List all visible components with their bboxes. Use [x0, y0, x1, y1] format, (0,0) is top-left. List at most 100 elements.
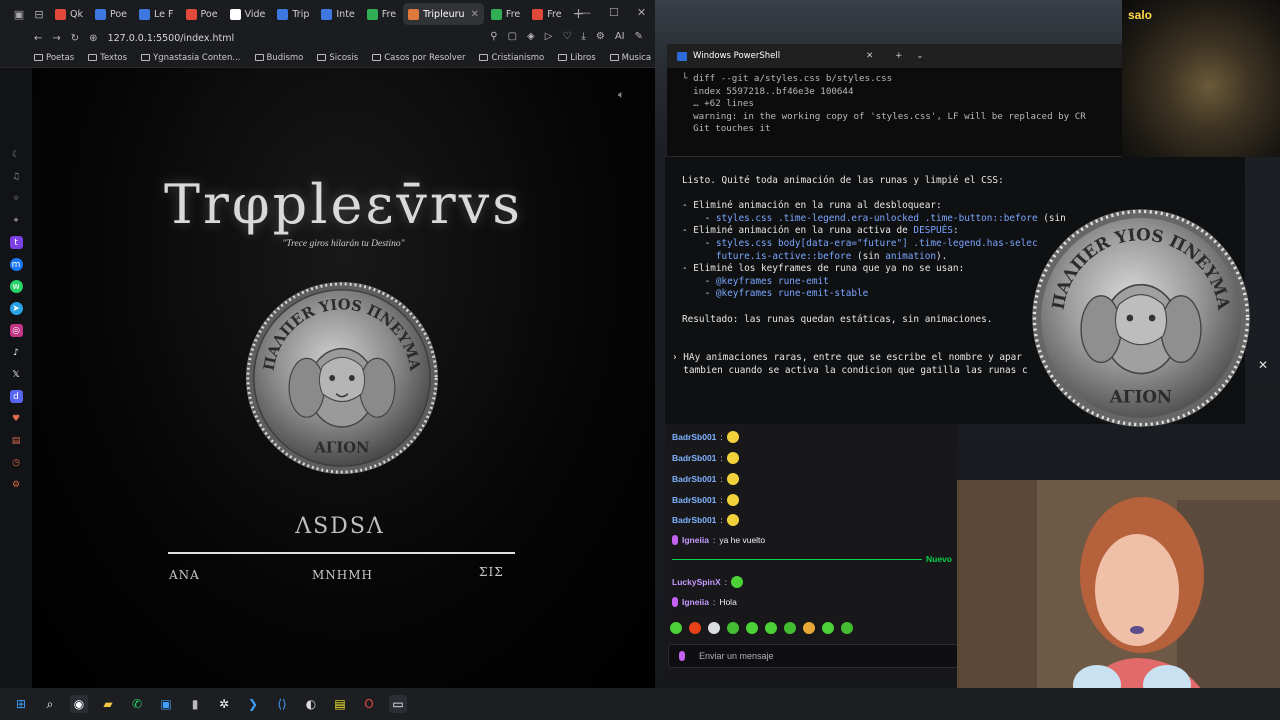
browser-taskbar-icon[interactable]: ◉ [70, 695, 88, 713]
minimize-icon[interactable]: — [580, 6, 591, 19]
user-prompt[interactable]: › HAy animaciones raras, entre que se es… [672, 352, 1028, 377]
extensions-icon[interactable]: ⚙ [596, 31, 605, 42]
whatsapp-taskbar-icon[interactable]: ✆ [128, 695, 146, 713]
tab-2[interactable]: Le F [134, 3, 178, 25]
janus-coin-image[interactable]: ΠΑΛΠΕR ΥΙΟS ΠΝΕΥΜΑ ΑΓΙΟΝ [244, 280, 440, 476]
emote-icon[interactable] [746, 622, 758, 634]
bookmark-folder[interactable]: Textos [88, 53, 127, 63]
ai-icon[interactable]: AI [615, 31, 625, 42]
bookmark-folder[interactable]: Musica [609, 53, 651, 63]
discord-icon[interactable]: d [9, 390, 23, 403]
tab-bar: ▣ ⊟ Qk Poe Le F Poe Vide Trip Inte Fre T… [0, 0, 655, 28]
time-divider-line [168, 552, 515, 554]
dropdown-icon[interactable]: ⌄ [916, 51, 923, 61]
file-explorer-icon[interactable]: ▰ [99, 695, 117, 713]
tab-4[interactable]: Vide [225, 3, 271, 25]
whatsapp-icon[interactable]: w [9, 280, 23, 293]
tab-6[interactable]: Inte [316, 3, 359, 25]
heart-sidebar-icon[interactable]: ♥ [10, 412, 23, 425]
emote-icon[interactable] [708, 622, 720, 634]
tab-3[interactable]: Poe [181, 3, 223, 25]
tab-5[interactable]: Trip [272, 3, 314, 25]
close-terminal-tab-icon[interactable]: ✕ [866, 51, 873, 61]
bookmark-folder[interactable]: Poetas [34, 53, 74, 63]
reload-icon[interactable]: ↻ [71, 33, 79, 44]
usb-icon[interactable]: ▮ [186, 695, 204, 713]
tiktok-icon[interactable]: ♪ [10, 346, 23, 359]
bookmark-folder[interactable]: Sicosis [317, 53, 358, 63]
era-button-past[interactable]: ΑΝΑ [169, 568, 200, 582]
heart-icon[interactable]: ♡ [562, 31, 571, 42]
close-window-icon[interactable]: ✕ [637, 6, 646, 19]
era-button-present[interactable]: ΜΝΗΜΗ [312, 568, 373, 582]
terminal-taskbar-icon[interactable]: ▭ [389, 695, 407, 713]
draw-icon[interactable]: ✎ [635, 31, 643, 42]
emote-icon[interactable] [784, 622, 796, 634]
volume-icon[interactable]: 🔈︎ [618, 88, 625, 102]
settings-icon[interactable]: ⚙ [10, 478, 23, 491]
obs-icon[interactable]: ◐ [302, 695, 320, 713]
moon-icon[interactable]: ☾ [10, 148, 23, 161]
emote-icon [731, 576, 744, 588]
chat-message: Igneiia: ya he vuelto [672, 535, 765, 545]
notes-icon[interactable]: ▤ [331, 695, 349, 713]
emote-icon[interactable] [689, 622, 701, 634]
close-overlay-icon[interactable]: ✕ [1258, 358, 1268, 372]
bookmark-folder[interactable]: Cristianismo [479, 53, 544, 63]
play-icon[interactable]: ▷ [545, 31, 553, 42]
url-field[interactable]: 127.0.0.1:5500/index.html [108, 33, 235, 44]
chat-input[interactable]: Enviar un mensaje [668, 644, 960, 668]
assistant-response: Listo. Quité toda animación de las runas… [682, 175, 1066, 325]
tab-1[interactable]: Poe [90, 3, 132, 25]
tab-0[interactable]: Qk [50, 3, 88, 25]
start-icon[interactable]: ⊞ [12, 695, 30, 713]
store-icon[interactable]: ▣ [157, 695, 175, 713]
player-name: ΛSDSΛ [295, 514, 385, 539]
search-icon[interactable]: ⌕ [41, 695, 59, 713]
forward-icon[interactable]: → [52, 33, 60, 44]
opera-icon[interactable]: O [360, 695, 378, 713]
bookmark-folder[interactable]: Libros [558, 53, 596, 63]
instagram-icon[interactable]: ◎ [9, 324, 23, 337]
tab-9[interactable]: Fre [486, 3, 525, 25]
chatgpt-icon[interactable]: ✲ [215, 695, 233, 713]
back-icon[interactable]: ← [34, 33, 42, 44]
pin-icon[interactable]: ⚲ [490, 31, 497, 42]
x-icon[interactable]: 𝕏 [10, 368, 23, 381]
telegram-icon[interactable]: ➤ [9, 302, 23, 315]
workspace-icon[interactable]: ▣ [10, 5, 28, 23]
tab-list-icon[interactable]: ⊟ [30, 5, 48, 23]
vscode-icon[interactable]: ⟨⟩ [273, 695, 291, 713]
emote-icon[interactable] [822, 622, 834, 634]
tab-7[interactable]: Fre [362, 3, 401, 25]
powershell-tab[interactable]: Windows PowerShell ✕ + ⌄ [667, 44, 1125, 68]
twitch-icon[interactable]: t [9, 236, 23, 249]
emote-icon [726, 452, 739, 464]
new-terminal-tab-icon[interactable]: + [895, 51, 902, 61]
emote-icon[interactable] [727, 622, 739, 634]
sparkle-icon[interactable]: ✦ [10, 214, 23, 227]
mic-icon[interactable] [679, 651, 685, 661]
bookmark-folder[interactable]: Ygnastasia Conten... [141, 53, 241, 63]
powershell-taskbar-icon[interactable]: ❯ [244, 695, 262, 713]
tab-10[interactable]: Fre [527, 3, 566, 25]
era-button-future[interactable]: ΣΙΣ [479, 565, 504, 579]
tab-8-active[interactable]: Tripleuru ✕ [403, 3, 484, 25]
emote-icon[interactable] [841, 622, 853, 634]
screenshot-icon[interactable]: ▢ [508, 31, 517, 42]
bookmark-folder[interactable]: Casos por Resolver [372, 53, 465, 63]
emote-icon[interactable] [765, 622, 777, 634]
bookmark-folder[interactable]: Budismo [254, 53, 303, 63]
messenger-icon[interactable]: m [9, 258, 23, 271]
close-tab-icon[interactable]: ✕ [471, 9, 479, 20]
emote-icon[interactable] [803, 622, 815, 634]
maximize-icon[interactable]: ☐ [609, 6, 619, 19]
emote-icon[interactable] [670, 622, 682, 634]
bell-icon[interactable]: ♫ [10, 170, 23, 183]
download-icon[interactable]: ⤓ [581, 31, 585, 42]
address-bar: ← → ↻ ⊕ 127.0.0.1:5500/index.html ⚲ ▢ ◈ … [0, 28, 655, 48]
shield-icon[interactable]: ◈ [527, 31, 535, 42]
clock-icon[interactable]: ◷ [10, 456, 23, 469]
star-icon[interactable]: ✧ [10, 192, 23, 205]
book-icon[interactable]: ▤ [10, 434, 23, 447]
